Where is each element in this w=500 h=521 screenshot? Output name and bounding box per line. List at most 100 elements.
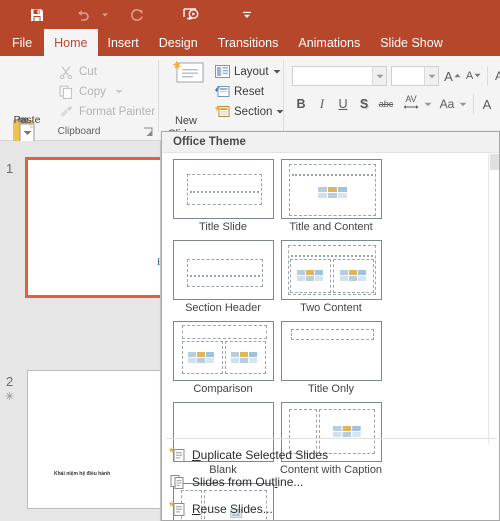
caret-down-icon <box>474 67 481 81</box>
reuse-slides-icon <box>162 500 192 517</box>
slide-thumbnail-2[interactable]: Nội d Khái niệm hệ điều hành <box>27 370 160 509</box>
decrease-font-size-button[interactable]: A <box>464 66 483 86</box>
caption-content-icons <box>332 426 361 437</box>
italic-button[interactable]: I <box>313 94 331 114</box>
slides-from-outline-menu-item[interactable]: Slides from Outline... <box>162 469 499 494</box>
group-divider-clipboard <box>158 60 159 132</box>
customize-qat-icon[interactable] <box>232 2 262 28</box>
reset-icon <box>214 84 230 99</box>
text-shadow-label: S <box>359 97 369 111</box>
layout-item-title-only[interactable]: Title Only <box>279 321 383 396</box>
layout-thumb-title-only <box>280 321 382 381</box>
format-painter-button[interactable]: Format Painter <box>58 104 155 120</box>
two-content-icons-right <box>339 270 366 281</box>
layout-item-title-and-content[interactable]: Title and Content <box>279 159 383 234</box>
font-color-label: A <box>482 96 492 112</box>
layout-button[interactable]: Layout <box>214 64 281 79</box>
bold-button[interactable]: B <box>292 94 310 114</box>
increase-font-size-label: A <box>444 68 453 84</box>
undo-icon[interactable] <box>68 2 98 28</box>
copy-icon <box>58 84 74 100</box>
tab-animations[interactable]: Animations <box>288 29 370 56</box>
character-spacing-chevron-down-icon[interactable] <box>422 94 434 114</box>
layout-item-two-content[interactable]: Two Content <box>279 240 383 315</box>
clear-formatting-button[interactable]: A <box>490 66 500 86</box>
slides-from-outline-label: Slides from Outline... <box>192 474 304 489</box>
reset-button[interactable]: Reset <box>214 84 264 99</box>
section-button[interactable]: Section <box>214 104 284 119</box>
font-group-divider-top <box>487 66 488 86</box>
redo-icon[interactable] <box>122 2 152 28</box>
copy-label: Copy <box>79 86 106 98</box>
text-shadow-button[interactable]: S <box>355 94 373 114</box>
character-spacing-arrows-icon <box>403 102 419 112</box>
comparison-icons-left <box>187 352 214 363</box>
layout-label-two-content: Two Content <box>300 302 362 314</box>
strikethrough-label: abc <box>378 99 394 109</box>
start-slideshow-icon[interactable] <box>176 2 206 28</box>
format-painter-icon <box>58 104 74 120</box>
layout-chevron-down-icon[interactable] <box>273 66 281 78</box>
tab-design[interactable]: Design <box>149 29 208 56</box>
gallery-scrollbar[interactable] <box>488 154 499 444</box>
layout-thumb-title-slide <box>172 159 274 219</box>
layout-item-comparison[interactable]: Comparison <box>171 321 275 396</box>
slide-thumbnail-1[interactable]: BÀI 10: KHÁI <box>25 157 160 298</box>
italic-label: I <box>319 96 325 111</box>
gallery-scrollbar-thumb[interactable] <box>490 154 499 170</box>
duplicate-selected-slides-label: Duplicate Selected Slides <box>192 447 329 462</box>
layout-thumb-two-content <box>280 240 382 300</box>
change-case-button[interactable]: Aa <box>437 94 457 114</box>
slides-from-outline-icon <box>162 474 192 490</box>
save-icon[interactable] <box>22 2 52 28</box>
strikethrough-button[interactable]: abc <box>376 94 396 114</box>
paste-label: Paste <box>13 114 41 126</box>
font-size-combobox[interactable] <box>391 66 439 86</box>
tab-home[interactable]: Home <box>44 29 98 56</box>
reuse-slides-menu-item[interactable]: Reuse Slides... <box>162 496 499 520</box>
font-group-divider-bottom <box>473 94 474 114</box>
character-spacing-button[interactable]: AV <box>399 92 423 114</box>
tab-slide-show[interactable]: Slide Show <box>370 29 453 56</box>
font-name-combobox[interactable] <box>292 66 387 86</box>
layout-item-title-slide[interactable]: Title Slide <box>171 159 275 234</box>
slide-2-animation-star-icon: ✳ <box>5 391 15 403</box>
content-placeholder-icons <box>317 187 348 198</box>
caret-up-icon <box>454 67 461 81</box>
font-size-chevron-down-icon[interactable] <box>424 67 438 85</box>
thumbnail-number-1: 1 <box>6 161 14 176</box>
font-name-chevron-down-icon[interactable] <box>372 67 386 85</box>
layout-label: Layout <box>234 65 269 78</box>
slide-thumbnail-pane[interactable]: 1 BÀI 10: KHÁI 2 ✳ Nội d Khái niệm hệ đi… <box>0 141 161 521</box>
tab-file[interactable]: File <box>0 29 44 56</box>
underline-label: U <box>338 97 348 111</box>
undo-chevron-down-icon[interactable] <box>98 2 112 28</box>
duplicate-slides-icon <box>162 446 192 463</box>
layout-thumb-comparison <box>172 321 274 381</box>
copy-chevron-down-icon[interactable] <box>115 86 123 98</box>
clear-formatting-label: A <box>494 69 500 83</box>
layout-label-title-and-content: Title and Content <box>289 221 373 233</box>
font-color-button[interactable]: A <box>478 94 496 114</box>
duplicate-selected-slides-menu-item[interactable]: Duplicate Selected Slides <box>162 442 499 467</box>
new-slide-gallery-dropdown[interactable]: Office Theme Title Slide Title and Conte… <box>161 131 500 521</box>
change-case-label: Aa <box>439 97 455 111</box>
layout-label-section-header: Section Header <box>185 302 261 314</box>
reuse-slides-label: Reuse Slides... <box>192 501 273 516</box>
change-case-chevron-down-icon[interactable] <box>457 94 469 114</box>
layout-label-comparison: Comparison <box>193 383 253 395</box>
layout-label-title-slide: Title Slide <box>199 221 247 233</box>
underline-button[interactable]: U <box>334 94 352 114</box>
layout-item-section-header[interactable]: Section Header <box>171 240 275 315</box>
increase-font-size-button[interactable]: A <box>443 66 462 86</box>
cut-label: Cut <box>79 66 97 78</box>
cut-button[interactable]: Cut <box>58 64 97 80</box>
tab-insert[interactable]: Insert <box>98 29 149 56</box>
tab-transitions[interactable]: Transitions <box>208 29 289 56</box>
layout-thumb-title-and-content <box>280 159 382 219</box>
ribbon-tab-bar: File Home Insert Design Transitions Anim… <box>0 29 500 56</box>
gallery-menu-divider <box>166 438 497 439</box>
ribbon-home-panel: Paste Cut Copy Format Painter Clipboard … <box>0 56 500 144</box>
layout-label-title-only: Title Only <box>307 383 355 395</box>
copy-button[interactable]: Copy <box>58 84 123 100</box>
